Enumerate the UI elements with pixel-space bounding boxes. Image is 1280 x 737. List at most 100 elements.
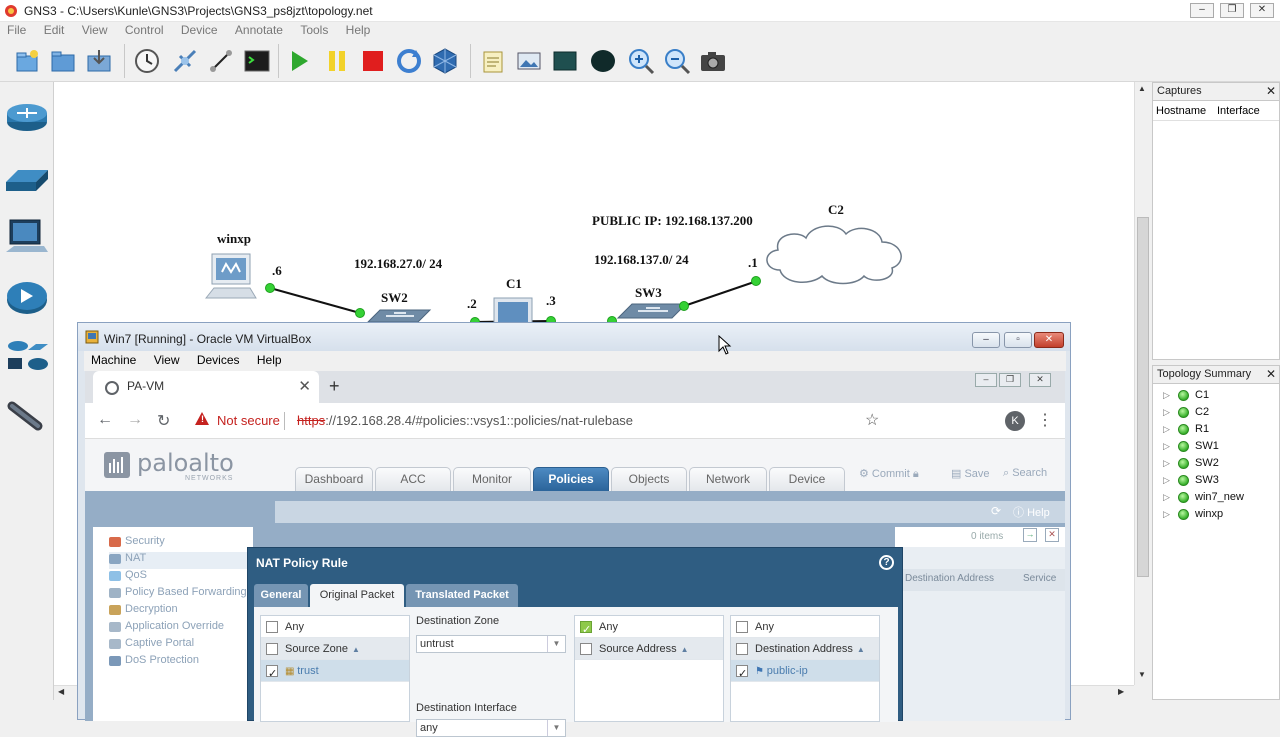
source-address-select-all[interactable]: [580, 643, 592, 655]
pause-icon[interactable]: [322, 46, 352, 76]
menu-annotate[interactable]: Annotate: [228, 22, 290, 37]
browser-minimize-button[interactable]: –: [975, 373, 997, 387]
search-button[interactable]: ⌕ Search: [1003, 467, 1047, 480]
destination-address-any-checkbox[interactable]: [736, 621, 748, 633]
screenshot-icon[interactable]: [698, 46, 728, 76]
column-hostname[interactable]: Hostname: [1156, 105, 1206, 117]
scroll-thumb[interactable]: [1137, 217, 1149, 577]
menu-tools[interactable]: Tools: [293, 22, 335, 37]
vbox-minimize-button[interactable]: –: [972, 332, 1000, 348]
source-address-header[interactable]: Source Address ▲: [575, 638, 723, 660]
help-icon[interactable]: ?: [879, 555, 894, 570]
menu-view[interactable]: View: [75, 22, 115, 37]
virtualbox-title-bar[interactable]: Win7 [Running] - Oracle VM VirtualBox – …: [78, 323, 1070, 351]
column-destination-address[interactable]: Destination Address: [905, 573, 994, 584]
tab-policies[interactable]: Policies: [533, 467, 609, 491]
not-secure-label[interactable]: Not secure: [217, 413, 280, 428]
canvas-vertical-scrollbar[interactable]: ▲ ▼: [1134, 82, 1151, 685]
source-zone-header[interactable]: Source Zone ▲: [261, 638, 409, 660]
tab-objects[interactable]: Objects: [611, 467, 687, 491]
row-checkbox[interactable]: [736, 663, 748, 685]
summary-item-c2[interactable]: ▷ C2: [1153, 404, 1279, 421]
reload-icon[interactable]: [394, 46, 424, 76]
summary-item-sw3[interactable]: ▷ SW3: [1153, 472, 1279, 489]
note-icon[interactable]: [478, 46, 508, 76]
link-icon[interactable]: [4, 396, 50, 440]
end-device-icon[interactable]: [4, 216, 50, 260]
open-project-icon[interactable]: [48, 46, 78, 76]
destination-address-row-public-ip[interactable]: ⚑ public-ip: [731, 660, 879, 685]
destination-zone-select[interactable]: untrust ▼: [416, 635, 566, 653]
vbox-close-button[interactable]: ✕: [1034, 332, 1064, 348]
vbox-menu-view[interactable]: View: [147, 351, 187, 367]
sidebar-item-security[interactable]: Security: [109, 535, 165, 552]
clear-filter-icon[interactable]: ✕: [1045, 528, 1059, 542]
summary-item-c1[interactable]: ▷ C1: [1153, 387, 1279, 404]
sidebar-item-dos-protection[interactable]: DoS Protection: [109, 654, 199, 671]
sidebar-item-app-override[interactable]: Application Override: [109, 620, 224, 637]
menu-control[interactable]: Control: [118, 22, 171, 37]
sidebar-item-decryption[interactable]: Decryption: [109, 603, 178, 620]
winxp-node-icon[interactable]: [204, 252, 258, 306]
source-zone-any-row[interactable]: Any: [261, 616, 409, 638]
router-icon[interactable]: [4, 96, 50, 140]
summary-item-win7-new[interactable]: ▷ win7_new: [1153, 489, 1279, 506]
close-icon[interactable]: ✕: [1266, 84, 1276, 98]
summary-item-sw1[interactable]: ▷ SW1: [1153, 438, 1279, 455]
tab-dashboard[interactable]: Dashboard: [295, 467, 373, 491]
tab-device[interactable]: Device: [769, 467, 845, 491]
help-link[interactable]: ⓘ Help: [1013, 504, 1050, 520]
browser-tab[interactable]: PA-VM ✕: [93, 371, 319, 403]
minimize-button[interactable]: –: [1190, 3, 1214, 18]
vbox-menu-devices[interactable]: Devices: [190, 351, 247, 367]
sidebar-item-nat[interactable]: NAT: [109, 552, 249, 569]
c2-cloud-icon[interactable]: [760, 218, 910, 288]
bookmark-star-icon[interactable]: ☆: [865, 410, 879, 430]
source-zone-row-trust[interactable]: ▦ trust: [261, 660, 409, 685]
forward-arrow-icon[interactable]: →: [127, 411, 143, 429]
tab-close-icon[interactable]: ✕: [298, 377, 311, 395]
tab-monitor[interactable]: Monitor: [453, 467, 531, 491]
ellipse-icon[interactable]: [588, 46, 618, 76]
vbox-menu-help[interactable]: Help: [250, 351, 289, 367]
vbox-maximize-button[interactable]: ▫: [1004, 332, 1032, 348]
tab-network[interactable]: Network: [689, 467, 767, 491]
stop-icon[interactable]: [358, 46, 388, 76]
profile-avatar[interactable]: K: [1005, 411, 1025, 431]
tab-original-packet[interactable]: Original Packet: [310, 584, 404, 607]
back-arrow-icon[interactable]: ←: [97, 411, 113, 429]
summary-item-sw2[interactable]: ▷ SW2: [1153, 455, 1279, 472]
reload-icon[interactable]: ↻: [157, 411, 170, 431]
source-address-any-row[interactable]: Any: [575, 616, 723, 641]
save-project-icon[interactable]: [84, 46, 114, 76]
new-project-icon[interactable]: [12, 46, 42, 76]
menu-edit[interactable]: Edit: [37, 22, 72, 37]
zoom-in-icon[interactable]: [626, 46, 656, 76]
source-zone-any-checkbox[interactable]: [266, 621, 278, 633]
switch-icon[interactable]: [4, 156, 50, 200]
destination-address-any-row[interactable]: Any: [731, 616, 879, 638]
browser-restore-button[interactable]: ❐: [999, 373, 1021, 387]
all-devices-icon[interactable]: [4, 336, 50, 380]
column-service[interactable]: Service: [1023, 573, 1056, 584]
destination-interface-select[interactable]: any ▼: [416, 719, 566, 737]
sidebar-item-pbf[interactable]: Policy Based Forwarding: [109, 586, 247, 603]
browser-menu-icon[interactable]: ⋮: [1037, 410, 1053, 430]
sw3-node-icon[interactable]: [616, 300, 688, 322]
tab-acc[interactable]: ACC: [375, 467, 451, 491]
virtualbox-icon[interactable]: [430, 46, 460, 76]
summary-item-winxp[interactable]: ▷ winxp: [1153, 506, 1279, 523]
apply-filter-icon[interactable]: →: [1023, 528, 1037, 542]
browse-devices-icon[interactable]: [170, 46, 200, 76]
draw-link-icon[interactable]: [206, 46, 236, 76]
menu-device[interactable]: Device: [174, 22, 225, 37]
maximize-button[interactable]: ❐: [1220, 3, 1244, 18]
new-tab-icon[interactable]: +: [329, 376, 340, 397]
rectangle-icon[interactable]: [550, 46, 580, 76]
vbox-menu-machine[interactable]: Machine: [84, 351, 143, 367]
browser-close-button[interactable]: ✕: [1029, 373, 1051, 387]
security-device-icon[interactable]: [4, 276, 50, 320]
destination-address-header[interactable]: Destination Address ▲: [731, 638, 879, 660]
console-icon[interactable]: [242, 46, 272, 76]
close-button[interactable]: ✕: [1250, 3, 1274, 18]
